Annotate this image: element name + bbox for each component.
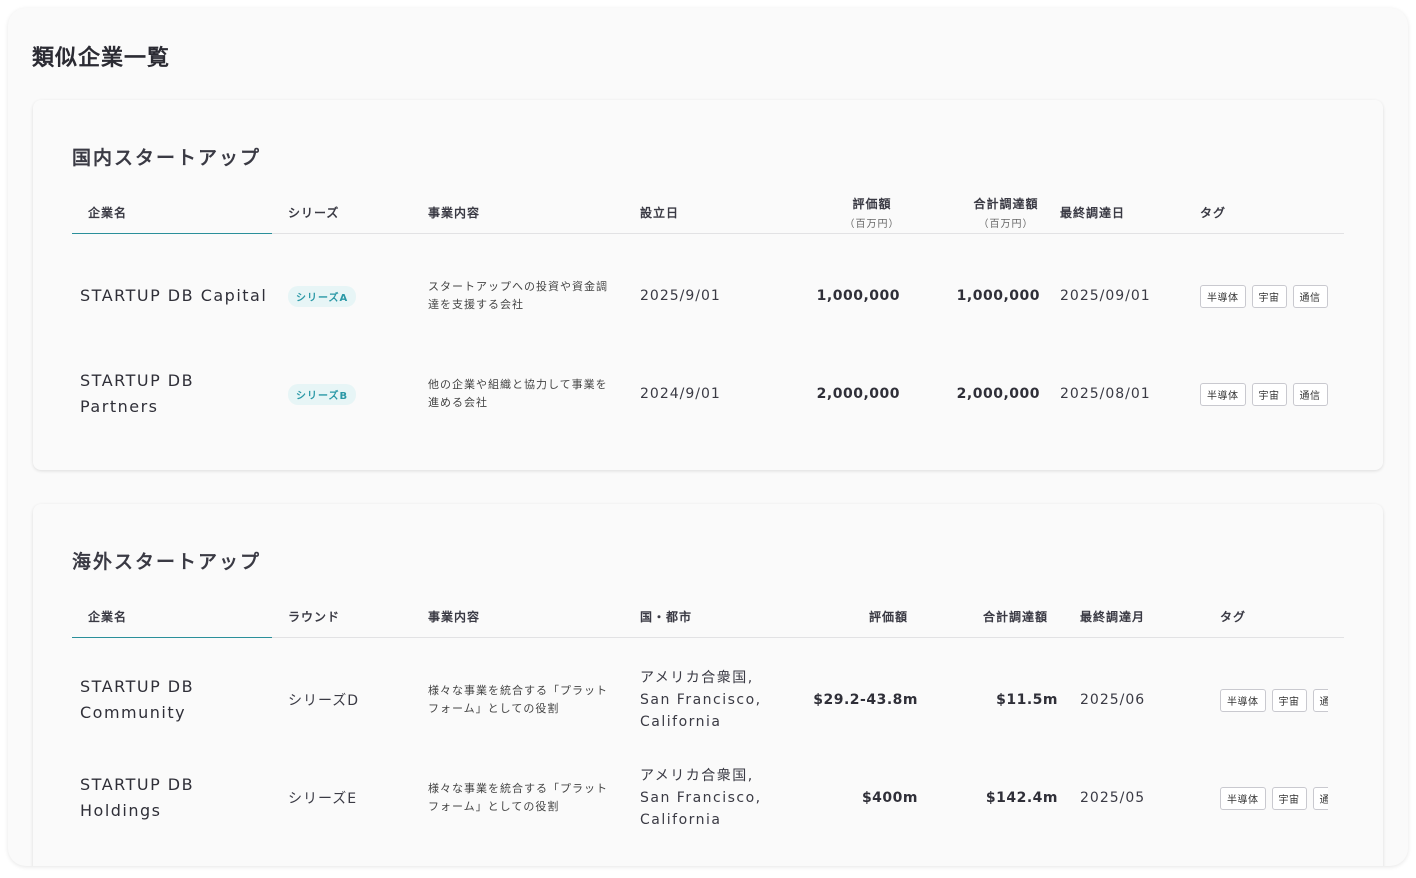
similar-companies-panel: 類似企業一覧 国内スタートアップ 企業名 シリーズ 事業内容 設立日 評価額 （…	[8, 8, 1408, 866]
table-row[interactable]: STARTUP DB Capital シリーズA スタートアップへの投資や資金調…	[72, 247, 1344, 345]
tag[interactable]: 通信	[1292, 284, 1328, 308]
valuation-value: 2,000,000	[816, 386, 900, 402]
header-last-funding[interactable]: 最終調達日	[1060, 190, 1125, 234]
header-tags: タグ	[1200, 205, 1227, 220]
last-funding-date: 2025/08/01	[1060, 386, 1151, 402]
tag-list: 半導体 宇宙 通信	[1220, 786, 1328, 810]
overseas-section-title: 海外スタートアップ	[72, 551, 262, 573]
tag-list: 半導体 宇宙 通信	[1200, 284, 1328, 308]
company-name-link[interactable]: STARTUP DB Partners	[80, 368, 240, 420]
location-value: アメリカ合衆国, San Francisco, California	[640, 768, 762, 828]
tag[interactable]: 宇宙	[1251, 284, 1287, 308]
tag[interactable]: 通信	[1312, 688, 1328, 712]
table-row[interactable]: STARTUP DB Holdings シリーズE 様々な事業を統合する「プラッ…	[72, 749, 1344, 847]
page-title: 類似企業一覧	[32, 46, 171, 71]
domestic-section-title: 国内スタートアップ	[72, 147, 262, 169]
header-location[interactable]: 国・都市	[640, 594, 692, 638]
valuation-value: $29.2-43.8m	[813, 692, 918, 708]
company-name-link[interactable]: STARTUP DB Capital	[80, 283, 267, 309]
tag[interactable]: 通信	[1292, 382, 1328, 406]
last-funding-month: 2025/06	[1080, 692, 1146, 708]
tag[interactable]: 半導体	[1220, 688, 1266, 712]
series-badge: シリーズA	[288, 285, 357, 307]
header-company[interactable]: 企業名	[88, 594, 127, 638]
tag[interactable]: 宇宙	[1251, 382, 1287, 406]
header-total-funding[interactable]: 合計調達額 （百万円）	[958, 190, 1054, 234]
founded-date: 2024/9/01	[640, 386, 721, 402]
header-tags: タグ	[1220, 609, 1247, 624]
last-funding-date: 2025/09/01	[1060, 288, 1151, 304]
tag-list: 半導体 宇宙 通信	[1220, 688, 1328, 712]
total-funding-value: 2,000,000	[956, 386, 1040, 402]
sort-indicator	[72, 233, 272, 234]
tag-list: 半導体 宇宙 通信	[1200, 382, 1328, 406]
table-row[interactable]: STARTUP DB Partners シリーズB 他の企業や組織と協力して事業…	[72, 345, 1344, 443]
total-funding-value: $142.4m	[985, 790, 1058, 806]
business-description: 様々な事業を統合する「プラットフォーム」としての役割	[428, 782, 608, 813]
header-business[interactable]: 事業内容	[428, 594, 480, 638]
tag[interactable]: 宇宙	[1271, 786, 1307, 810]
total-funding-value: $11.5m	[996, 692, 1058, 708]
header-total-funding[interactable]: 合計調達額	[952, 594, 1048, 638]
business-description: 他の企業や組織と協力して事業を進める会社	[428, 378, 608, 409]
tag[interactable]: 半導体	[1200, 382, 1246, 406]
domestic-startups-card: 国内スタートアップ 企業名 シリーズ 事業内容 設立日 評価額 （百万円） 合計…	[33, 100, 1383, 470]
overseas-table-header: 企業名 ラウンド 事業内容 国・都市 評価額 合計調達額 最終調達月 タグ	[72, 594, 1344, 638]
tag[interactable]: 宇宙	[1271, 688, 1307, 712]
tag[interactable]: 通信	[1312, 786, 1328, 810]
last-funding-month: 2025/05	[1080, 790, 1146, 806]
header-valuation[interactable]: 評価額	[828, 594, 908, 638]
series-badge: シリーズB	[288, 383, 357, 405]
round-value: シリーズD	[288, 693, 360, 709]
header-valuation[interactable]: 評価額 （百万円）	[828, 190, 916, 234]
tag[interactable]: 半導体	[1220, 786, 1266, 810]
table-row[interactable]: STARTUP DB Community シリーズD 様々な事業を統合する「プラ…	[72, 651, 1344, 749]
header-series[interactable]: シリーズ	[288, 190, 339, 234]
business-description: 様々な事業を統合する「プラットフォーム」としての役割	[428, 684, 608, 715]
business-description: スタートアップへの投資や資金調達を支援する会社	[428, 280, 608, 311]
overseas-startups-card: 海外スタートアップ 企業名 ラウンド 事業内容 国・都市 評価額 合計調達額 最…	[33, 504, 1383, 866]
valuation-value: 1,000,000	[816, 288, 900, 304]
valuation-value: $400m	[861, 790, 918, 806]
header-last-funding[interactable]: 最終調達月	[1080, 594, 1145, 638]
location-value: アメリカ合衆国, San Francisco, California	[640, 670, 762, 730]
founded-date: 2025/9/01	[640, 288, 721, 304]
header-business[interactable]: 事業内容	[428, 190, 480, 234]
tag[interactable]: 半導体	[1200, 284, 1246, 308]
round-value: シリーズE	[288, 791, 358, 807]
header-founded[interactable]: 設立日	[640, 190, 679, 234]
company-name-link[interactable]: STARTUP DB Holdings	[80, 772, 240, 824]
total-funding-value: 1,000,000	[956, 288, 1040, 304]
domestic-table-header: 企業名 シリーズ 事業内容 設立日 評価額 （百万円） 合計調達額 （百万円） …	[72, 190, 1344, 234]
company-name-link[interactable]: STARTUP DB Community	[80, 674, 260, 726]
header-round[interactable]: ラウンド	[288, 594, 340, 638]
header-company[interactable]: 企業名	[88, 190, 127, 234]
sort-indicator	[72, 637, 272, 638]
